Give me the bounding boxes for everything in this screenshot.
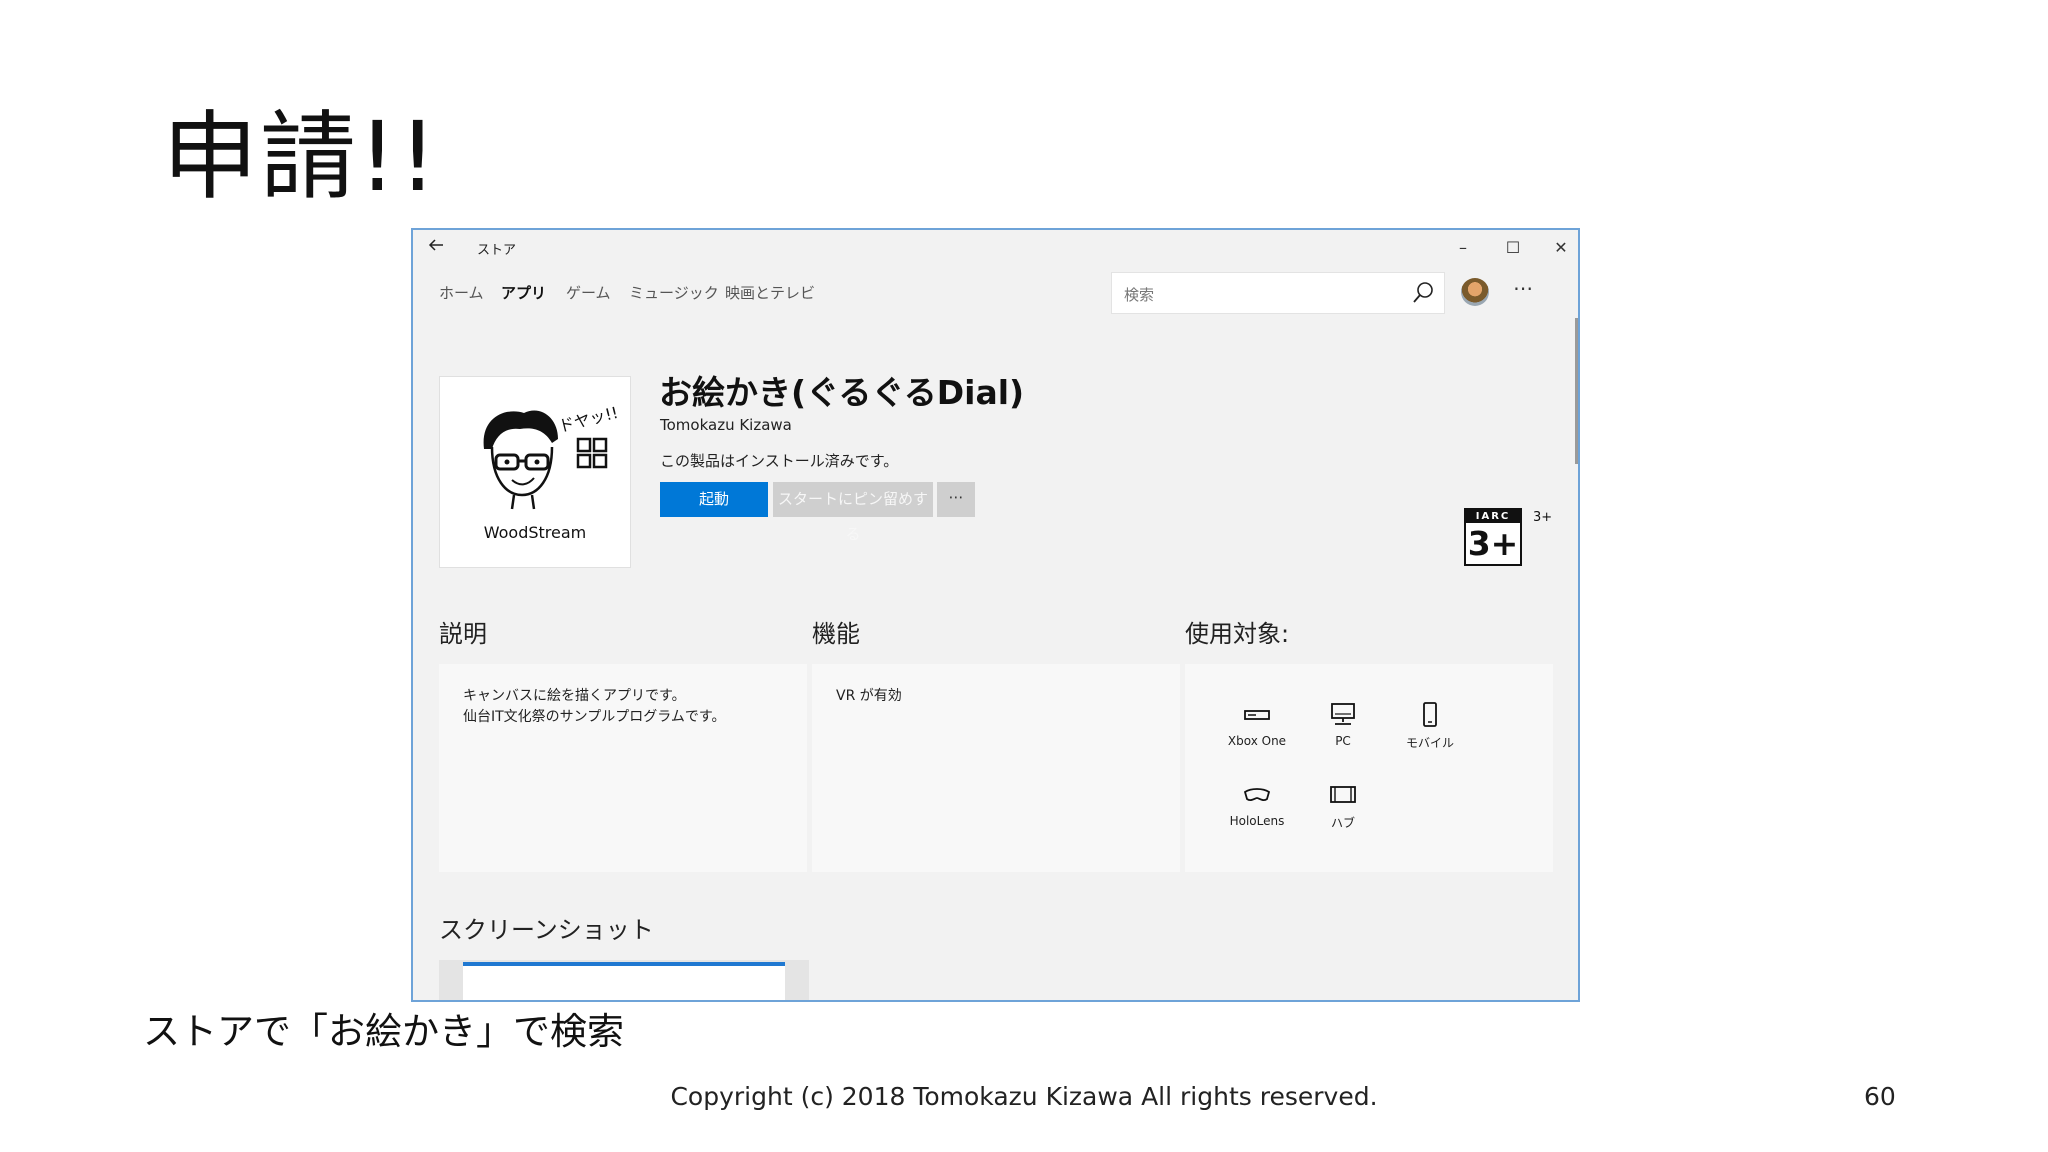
window-title: ストア bbox=[477, 243, 517, 258]
rating-label: 3+ bbox=[1533, 510, 1553, 525]
device-hololens: HoloLens bbox=[1217, 782, 1297, 828]
avatar[interactable] bbox=[1461, 278, 1489, 306]
maximize-button[interactable]: ☐ bbox=[1493, 234, 1533, 262]
app-developer[interactable]: Tomokazu Kizawa bbox=[660, 416, 792, 434]
pin-to-start-button[interactable]: スタートにピン留めする bbox=[773, 482, 933, 543]
device-label: Xbox One bbox=[1227, 734, 1287, 748]
rating-org: IARC bbox=[1466, 510, 1520, 523]
close-button[interactable]: ✕ bbox=[1541, 234, 1578, 262]
search-icon[interactable] bbox=[1410, 279, 1436, 307]
more-actions-button[interactable]: ⋯ bbox=[937, 482, 975, 517]
device-mobile: モバイル bbox=[1390, 702, 1470, 751]
hub-icon bbox=[1330, 786, 1356, 803]
device-xbox: Xbox One bbox=[1217, 702, 1297, 748]
features-heading: 機能 bbox=[812, 620, 860, 648]
xbox-icon bbox=[1244, 710, 1270, 720]
tab-music[interactable]: ミュージック bbox=[629, 282, 719, 303]
app-tile: ドヤッ!! WoodStream bbox=[439, 376, 631, 568]
description-panel: キャンバスに絵を描くアプリです。 仙台IT文化祭のサンプルプログラムです。 bbox=[439, 664, 807, 872]
mobile-icon bbox=[1423, 702, 1437, 727]
device-hub: ハブ bbox=[1303, 782, 1383, 831]
tab-apps[interactable]: アプリ bbox=[501, 282, 546, 303]
search-input[interactable]: 検索 bbox=[1111, 272, 1445, 314]
screenshots-heading: スクリーンショット bbox=[439, 916, 654, 944]
slide-caption: ストアで「お絵かき」で検索 bbox=[143, 1010, 624, 1053]
screenshot-thumbnail[interactable] bbox=[439, 960, 809, 1000]
available-panel: Xbox One PC モバイル HoloLens ハブ bbox=[1185, 664, 1553, 872]
launch-button[interactable]: 起動 bbox=[660, 482, 768, 517]
nav-bar: ホーム アプリ ゲーム ミュージック 映画とテレビ 検索 ⋯ bbox=[413, 266, 1578, 318]
tab-home[interactable]: ホーム bbox=[439, 282, 484, 303]
description-line: キャンバスに絵を描くアプリです。 bbox=[463, 688, 686, 704]
description-text: キャンバスに絵を描くアプリです。 仙台IT文化祭のサンプルプログラムです。 bbox=[463, 686, 725, 728]
screenshot-image bbox=[463, 962, 785, 1000]
app-title: お絵かき(ぐるぐるDial) bbox=[659, 373, 1025, 412]
minimize-button[interactable]: – bbox=[1443, 234, 1483, 262]
arrow-left-icon bbox=[428, 239, 443, 251]
feature-item: VR が有効 bbox=[836, 688, 902, 704]
description-line: 仙台IT文化祭のサンプルプログラムです。 bbox=[463, 709, 726, 725]
available-heading: 使用対象: bbox=[1185, 620, 1290, 648]
more-options-button[interactable]: ⋯ bbox=[1513, 276, 1534, 300]
app-logo-icon: ドヤッ!! bbox=[483, 403, 620, 510]
device-label: モバイル bbox=[1405, 736, 1454, 750]
device-pc: PC bbox=[1303, 702, 1383, 748]
title-bar: ストア – ☐ ✕ bbox=[413, 230, 1578, 266]
device-label: PC bbox=[1335, 734, 1351, 748]
pc-icon bbox=[1331, 703, 1355, 725]
device-label: HoloLens bbox=[1229, 814, 1285, 828]
scrollbar[interactable] bbox=[1575, 318, 1578, 464]
rating-age: 3+ bbox=[1467, 524, 1519, 563]
back-button[interactable] bbox=[427, 236, 445, 259]
copyright-footer: Copyright (c) 2018 Tomokazu Kizawa All r… bbox=[670, 1082, 1378, 1111]
tile-caption: ドヤッ!! bbox=[556, 403, 620, 436]
slide-title: 申請!! bbox=[162, 101, 439, 213]
description-heading: 説明 bbox=[439, 620, 487, 648]
search-placeholder: 検索 bbox=[1124, 286, 1155, 304]
tab-movies-tv[interactable]: 映画とテレビ bbox=[725, 282, 815, 303]
install-status: この製品はインストール済みです。 bbox=[660, 452, 899, 470]
device-label: ハブ bbox=[1330, 816, 1355, 830]
page-number: 60 bbox=[1864, 1082, 1896, 1111]
store-window: ストア – ☐ ✕ ホーム アプリ ゲーム ミュージック 映画とテレビ 検索 ⋯ bbox=[411, 228, 1580, 1002]
hololens-icon bbox=[1243, 788, 1271, 802]
features-panel: VR が有効 bbox=[812, 664, 1180, 872]
age-rating-badge: IARC 3+ bbox=[1464, 508, 1522, 566]
tab-games[interactable]: ゲーム bbox=[566, 282, 611, 303]
tile-name: WoodStream bbox=[483, 523, 587, 542]
